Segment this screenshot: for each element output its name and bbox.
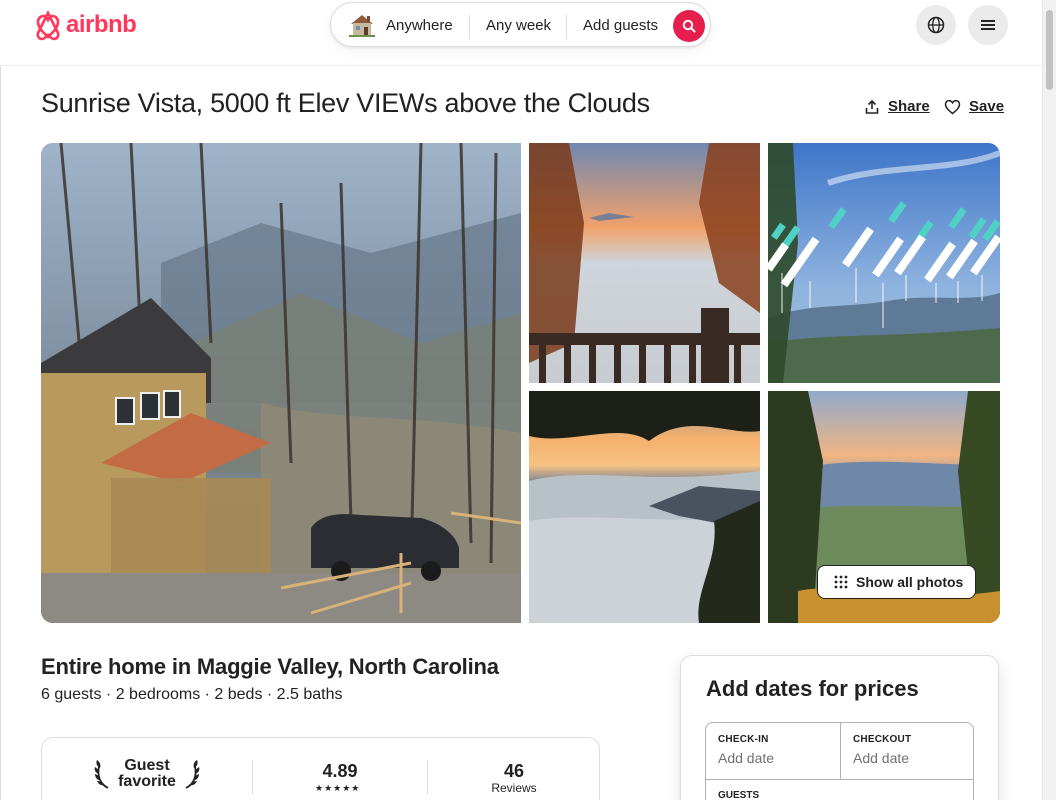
scrollbar-thumb[interactable] bbox=[1046, 10, 1053, 90]
guest-favorite-card[interactable]: Guest favorite 4.89 ★★★★★ 46 Reviews bbox=[41, 737, 600, 800]
photo-peak-finder[interactable] bbox=[768, 143, 1000, 383]
airbnb-wordmark: airbnb bbox=[66, 11, 137, 38]
show-all-photos-button[interactable]: Show all photos bbox=[817, 565, 976, 599]
peak-finder-photo bbox=[768, 143, 1000, 383]
rating-value: 4.89 bbox=[322, 761, 358, 781]
top-header: airbnb Anywhere Any week Add guests bbox=[0, 0, 1042, 66]
search-divider bbox=[469, 15, 470, 39]
hamburger-icon bbox=[981, 20, 995, 30]
guests-divider bbox=[706, 779, 973, 780]
guest-favorite-line2: favorite bbox=[118, 773, 176, 790]
listing-title: Sunrise Vista, 5000 ft Elev VIEWs above … bbox=[41, 88, 650, 118]
search-button[interactable] bbox=[673, 10, 705, 42]
photo-sunset-deck[interactable] bbox=[529, 143, 760, 383]
laurel-left-icon bbox=[94, 760, 109, 789]
window-left-border bbox=[0, 0, 1, 800]
airbnb-logo[interactable]: airbnb bbox=[33, 9, 137, 41]
review-label[interactable]: Reviews bbox=[474, 781, 554, 795]
guest-favorite-badge: Guest favorite bbox=[90, 758, 204, 790]
listing-facts: 6 guests · 2 bedrooms · 2 beds · 2.5 bat… bbox=[41, 686, 343, 703]
checkin-label: CHECK-IN bbox=[718, 734, 769, 745]
share-button[interactable]: Share bbox=[864, 98, 930, 115]
language-button[interactable] bbox=[916, 5, 956, 45]
photo-cloud-sea[interactable] bbox=[529, 391, 760, 623]
search-bar[interactable]: Anywhere Any week Add guests bbox=[330, 2, 711, 47]
house-icon bbox=[349, 15, 375, 37]
share-icon bbox=[865, 99, 879, 114]
guests-label[interactable]: GUESTS bbox=[718, 790, 759, 800]
save-button[interactable]: Save bbox=[944, 98, 1004, 115]
heart-icon bbox=[944, 99, 961, 114]
search-any-week[interactable]: Any week bbox=[486, 17, 551, 34]
globe-icon bbox=[927, 16, 945, 34]
booking-card: Add dates for prices CHECK-IN Add date C… bbox=[680, 655, 999, 800]
listing-subtitle: Entire home in Maggie Valley, North Caro… bbox=[41, 654, 499, 679]
search-anywhere[interactable]: Anywhere bbox=[386, 17, 453, 34]
checkout-value: Add date bbox=[853, 750, 910, 766]
booking-title: Add dates for prices bbox=[706, 676, 919, 701]
checkout-field[interactable]: CHECKOUT Add date bbox=[841, 723, 973, 779]
search-icon bbox=[682, 19, 696, 33]
highlight-divider bbox=[427, 760, 428, 794]
checkin-value: Add date bbox=[718, 750, 775, 766]
cloud-sea-photo bbox=[529, 391, 760, 623]
page-scrollbar[interactable] bbox=[1042, 0, 1056, 800]
sunset-deck-photo bbox=[529, 143, 760, 383]
share-label: Share bbox=[888, 98, 930, 115]
show-all-photos-label: Show all photos bbox=[856, 574, 964, 590]
checkout-label: CHECKOUT bbox=[853, 734, 912, 745]
airbnb-logo-icon bbox=[36, 10, 60, 41]
guest-favorite-line1: Guest bbox=[124, 757, 170, 774]
photo-main-cabin[interactable] bbox=[41, 143, 521, 623]
search-divider bbox=[566, 15, 567, 39]
search-add-guests[interactable]: Add guests bbox=[583, 17, 658, 34]
grid-dots-icon bbox=[834, 575, 848, 589]
menu-button[interactable] bbox=[968, 5, 1008, 45]
highlight-divider bbox=[252, 760, 253, 794]
guest-favorite-text: Guest favorite bbox=[118, 758, 176, 790]
laurel-right-icon bbox=[185, 760, 200, 789]
star-rating-icon: ★★★★★ bbox=[315, 783, 361, 793]
date-guest-picker[interactable]: CHECK-IN Add date CHECKOUT Add date GUES… bbox=[705, 722, 974, 800]
cabin-photo bbox=[41, 143, 521, 623]
save-label: Save bbox=[969, 98, 1005, 115]
review-count[interactable]: 46 bbox=[474, 761, 554, 782]
checkin-field[interactable]: CHECK-IN Add date bbox=[706, 723, 840, 779]
